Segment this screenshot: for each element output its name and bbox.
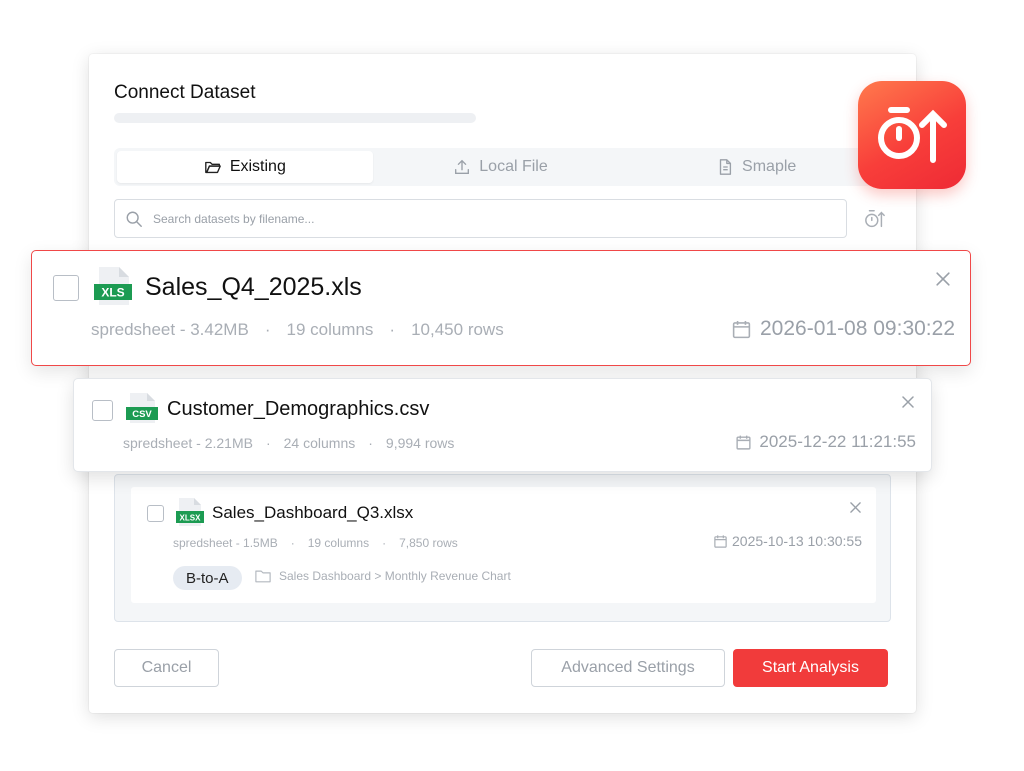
- tab-existing[interactable]: Existing: [117, 151, 373, 183]
- close-icon[interactable]: [936, 272, 950, 286]
- file-columns: 24 columns: [283, 435, 356, 451]
- dialog-title: Connect Dataset: [114, 82, 256, 103]
- meta-separator: ·: [389, 320, 396, 339]
- file-path: Sales Dashboard > Monthly Revenue Chart: [255, 569, 511, 583]
- file-date: 2025-10-13 10:30:55: [713, 533, 862, 549]
- file-meta: spredsheet - 1.5MB · 19 columns · 7,850 …: [173, 536, 458, 550]
- file-date-text: 2025-12-22 11:21:55: [759, 432, 916, 451]
- file-meta: spredsheet - 3.42MB · 19 columns · 10,45…: [91, 320, 504, 340]
- tab-sample[interactable]: Smaple: [628, 151, 884, 183]
- search-icon: [126, 211, 142, 227]
- xls-file-icon: XLS: [94, 267, 132, 305]
- meta-separator: ·: [265, 435, 271, 451]
- tab-sample-label: Smaple: [742, 158, 797, 175]
- file-tag: B-to-A: [173, 566, 242, 590]
- file-date: 2026-01-08 09:30:22: [731, 317, 955, 341]
- dataset-checkbox[interactable]: [147, 505, 164, 522]
- app-logo: [858, 81, 966, 189]
- meta-separator: ·: [368, 435, 373, 451]
- file-rows: 9,994 rows: [385, 435, 455, 451]
- search-box: [114, 199, 847, 238]
- file-columns: 19 columns: [307, 536, 370, 550]
- dataset-checkbox[interactable]: [92, 400, 113, 421]
- dataset-checkbox[interactable]: [53, 275, 79, 301]
- title-underline: [114, 113, 476, 123]
- file-date: 2025-12-22 11:21:55: [735, 432, 916, 452]
- file-rows: 7,850 rows: [399, 536, 458, 550]
- file-rows: 10,450 rows: [411, 320, 504, 339]
- start-analysis-button[interactable]: Start Analysis: [733, 649, 888, 687]
- cancel-button[interactable]: Cancel: [114, 649, 219, 687]
- meta-separator: ·: [290, 536, 295, 550]
- close-icon[interactable]: [902, 396, 914, 408]
- calendar-icon: [732, 320, 751, 338]
- source-tabs: Existing Local File Smaple: [114, 148, 887, 186]
- dataset-card-customer-demographics[interactable]: CSV Customer_Demographics.csv spredsheet…: [73, 378, 932, 472]
- meta-separator: ·: [264, 320, 271, 339]
- file-badge: XLSX: [180, 514, 202, 523]
- file-badge: XLS: [101, 286, 124, 300]
- file-name: Sales_Q4_2025.xls: [145, 273, 362, 301]
- search-input[interactable]: [153, 211, 836, 226]
- upload-icon: [455, 159, 470, 174]
- calendar-icon: [736, 435, 751, 450]
- tab-local-file-label: Local File: [479, 158, 548, 175]
- meta-separator: ·: [382, 536, 387, 550]
- folder-icon: [255, 570, 271, 583]
- calendar-icon: [714, 534, 727, 548]
- advanced-settings-button[interactable]: Advanced Settings: [531, 649, 725, 687]
- file-columns: 19 columns: [286, 320, 374, 339]
- folder-open-icon: [204, 161, 221, 174]
- file-date-text: 2025-10-13 10:30:55: [732, 533, 862, 549]
- file-badge: CSV: [132, 409, 152, 420]
- file-name: Customer_Demographics.csv: [167, 398, 430, 420]
- tab-local-file[interactable]: Local File: [373, 151, 629, 183]
- dataset-card-sales-dashboard[interactable]: XLSX Sales_Dashboard_Q3.xlsx spredsheet …: [131, 487, 876, 603]
- tab-existing-label: Existing: [229, 158, 286, 175]
- dataset-list: XLSX Sales_Dashboard_Q3.xlsx spredsheet …: [114, 474, 891, 622]
- document-icon: [719, 159, 732, 175]
- timer-upload-icon: [878, 107, 947, 163]
- file-type-size: spredsheet - 2.21MB: [123, 435, 253, 451]
- file-path-text: Sales Dashboard > Monthly Revenue Chart: [279, 569, 511, 583]
- file-date-text: 2026-01-08 09:30:22: [760, 317, 955, 340]
- dataset-card-sales-q4[interactable]: XLS Sales_Q4_2025.xls spredsheet - 3.42M…: [31, 250, 971, 366]
- file-meta: spredsheet - 2.21MB · 24 columns · 9,994…: [123, 435, 454, 451]
- close-icon[interactable]: [850, 502, 861, 513]
- xlsx-file-icon: XLSX: [176, 498, 204, 526]
- file-type-size: spredsheet - 3.42MB: [91, 320, 249, 339]
- csv-file-icon: CSV: [126, 393, 158, 423]
- timer-upload-icon[interactable]: [864, 208, 886, 230]
- file-name: Sales_Dashboard_Q3.xlsx: [212, 503, 414, 522]
- file-type-size: spredsheet - 1.5MB: [173, 536, 278, 550]
